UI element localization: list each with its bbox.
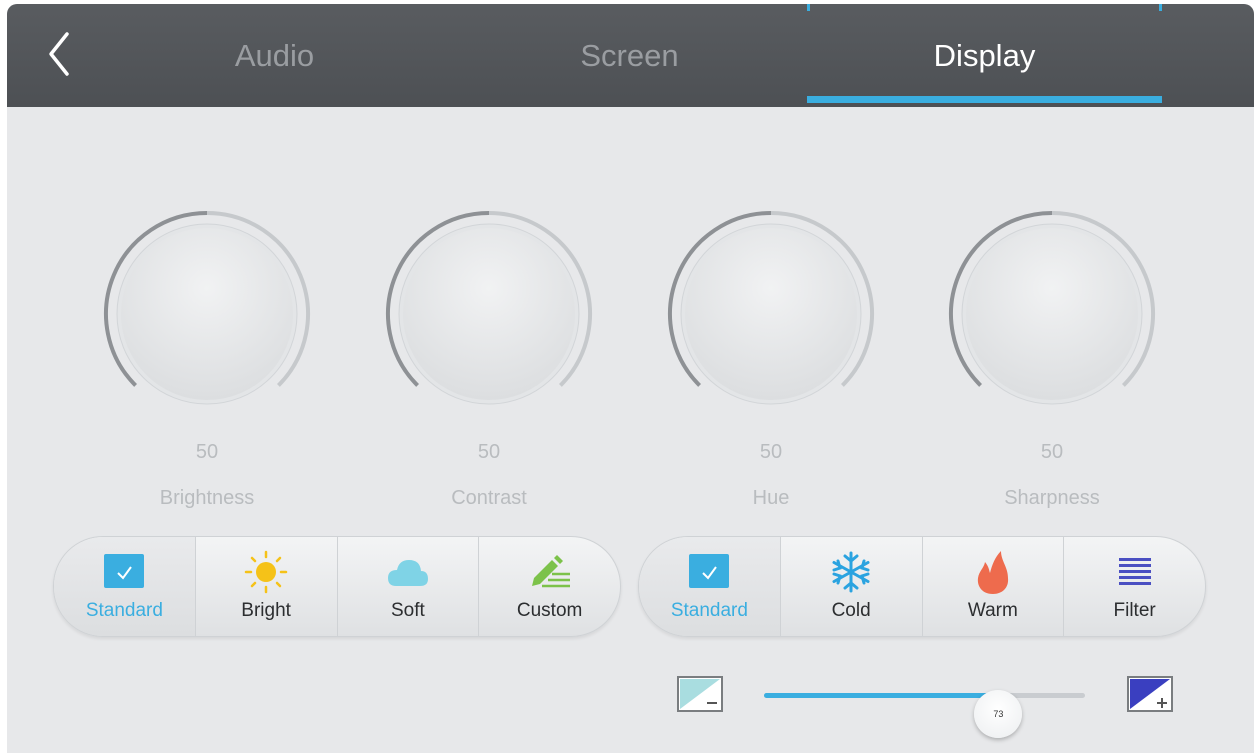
hue-label: Hue: [752, 487, 790, 509]
sharpness-control: 50 Sharpness: [942, 209, 1162, 509]
sharpness-knob[interactable]: [942, 209, 1162, 419]
hue-control: 50 Hue: [661, 209, 881, 509]
temp-warm-label: Warm: [967, 600, 1018, 621]
back-button[interactable]: [39, 28, 79, 80]
color-temperature-selector: Standard Cold Warm Filter: [638, 536, 1206, 637]
contrast-label: Contrast: [451, 487, 527, 509]
focus-corner-right: [1159, 4, 1162, 11]
mode-custom-button[interactable]: Custom: [479, 537, 620, 636]
hue-value: 50: [759, 441, 783, 463]
slider-value: 73: [993, 709, 1004, 719]
top-bar: Audio Screen Display: [7, 4, 1254, 107]
mode-bright-label: Bright: [241, 600, 291, 621]
pencil-icon: [531, 555, 570, 588]
temp-warm-button[interactable]: Warm: [923, 537, 1065, 636]
brightness-label: Brightness: [159, 487, 255, 509]
checkbox-icon: [104, 554, 145, 588]
temp-filter-button[interactable]: Filter: [1064, 537, 1205, 636]
slider-thumb[interactable]: 73: [974, 690, 1023, 738]
decrease-button[interactable]: [677, 676, 723, 717]
brightness-knob[interactable]: [97, 209, 317, 419]
hue-knob[interactable]: [661, 209, 881, 419]
tab-display-label: Display: [933, 37, 1036, 73]
slider-track[interactable]: 73: [764, 690, 1085, 738]
picture-mode-selector: Standard Bright Soft Custom: [53, 536, 621, 637]
focus-corner-left: [807, 4, 810, 11]
tab-display[interactable]: Display: [807, 4, 1162, 107]
increase-button[interactable]: [1127, 676, 1173, 717]
knob-face: [121, 228, 293, 400]
tab-audio-label: Audio: [234, 37, 315, 73]
contrast-value: 50: [477, 441, 501, 463]
tab-screen-label: Screen: [580, 37, 679, 73]
tab-screen[interactable]: Screen: [452, 4, 807, 107]
brightness-value: 50: [195, 441, 219, 463]
lines-icon: [1118, 558, 1151, 585]
contrast-knob[interactable]: [379, 209, 599, 419]
temp-filter-label: Filter: [1113, 600, 1156, 621]
sun-icon: [244, 550, 288, 594]
checkbox-icon: [689, 554, 730, 588]
mode-soft-button[interactable]: Soft: [338, 537, 480, 636]
mode-bright-button[interactable]: Bright: [196, 537, 338, 636]
temp-standard-label: Standard: [670, 600, 748, 621]
display-settings-panel: Audio Screen Display 50 Brightness 50 Co…: [7, 4, 1254, 753]
mode-standard-label: Standard: [85, 600, 163, 621]
snowflake-icon: [832, 551, 870, 593]
sharpness-label: Sharpness: [1004, 487, 1100, 509]
decrease-icon: [677, 676, 723, 712]
chevron-left-icon: [49, 32, 69, 76]
knob-face: [403, 228, 575, 400]
sharpness-value: 50: [1040, 441, 1064, 463]
flame-icon: [977, 551, 1008, 594]
knob-face: [966, 228, 1138, 400]
blue-light-slider: 73: [677, 674, 1177, 738]
tab-audio[interactable]: Audio: [97, 4, 452, 107]
temp-cold-label: Cold: [831, 600, 871, 621]
temp-standard-button[interactable]: Standard: [639, 537, 781, 636]
mode-custom-label: Custom: [516, 600, 583, 621]
slider-fill: [764, 693, 999, 698]
cloud-icon: [387, 560, 428, 586]
active-tab-indicator: [807, 96, 1162, 103]
knob-face: [685, 228, 857, 400]
contrast-control: 50 Contrast: [379, 209, 599, 509]
mode-standard-button[interactable]: Standard: [54, 537, 196, 636]
mode-soft-label: Soft: [390, 600, 425, 621]
brightness-control: 50 Brightness: [97, 209, 317, 509]
increase-icon: [1127, 676, 1173, 712]
temp-cold-button[interactable]: Cold: [781, 537, 923, 636]
